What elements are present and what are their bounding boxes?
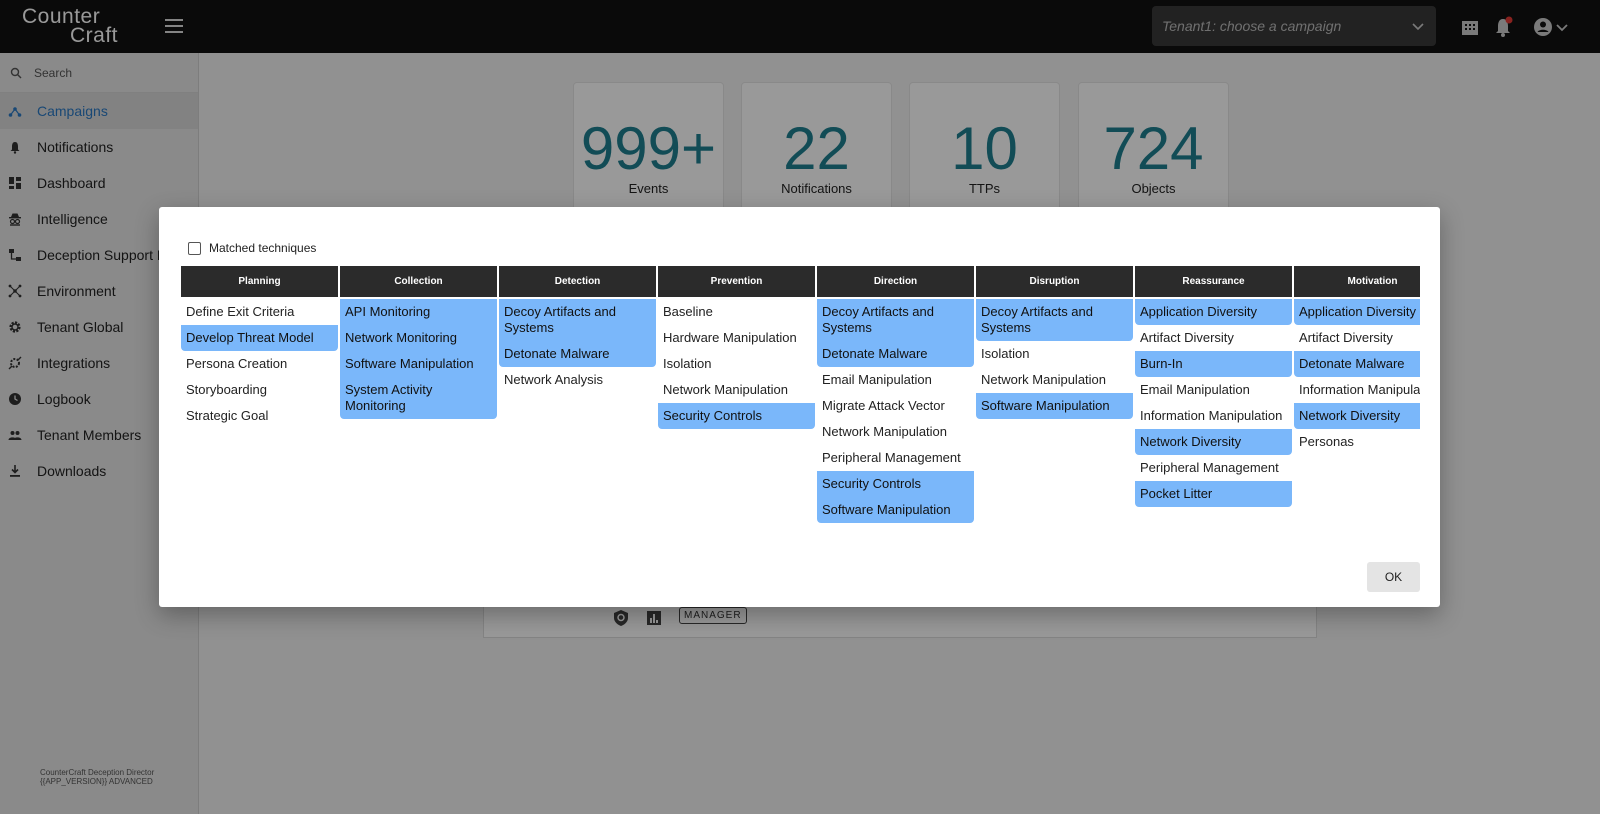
tactic-header: Prevention — [658, 266, 815, 297]
technique-list: Define Exit Criteria Develop Threat Model… — [181, 299, 338, 429]
technique-item-matched[interactable]: Develop Threat Model — [181, 325, 338, 351]
matched-techniques-toggle[interactable]: Matched techniques — [188, 241, 316, 255]
tactic-header: Disruption — [976, 266, 1133, 297]
matched-techniques-checkbox[interactable] — [188, 241, 201, 255]
tactic-header: Reassurance — [1135, 266, 1292, 297]
technique-item[interactable]: Isolation — [658, 351, 815, 377]
technique-item-matched[interactable]: System Activity Monitoring — [340, 377, 497, 419]
technique-list: Decoy Artifacts and Systems Detonate Malw… — [817, 299, 974, 523]
technique-item-matched[interactable]: Detonate Malware — [1294, 351, 1420, 377]
technique-item[interactable]: Information Manipulation — [1294, 377, 1420, 403]
technique-item[interactable]: Network Analysis — [499, 367, 656, 393]
technique-item-matched[interactable]: Software Manipulation — [976, 393, 1133, 419]
tactic-column-motivation: Motivation Application Diversity Artifact … — [1294, 266, 1420, 536]
technique-item[interactable]: Isolation — [976, 341, 1133, 367]
technique-item-matched[interactable]: Burn-In — [1135, 351, 1292, 377]
technique-item-matched[interactable]: Application Diversity — [1294, 299, 1420, 325]
technique-item[interactable]: Information Manipulation — [1135, 403, 1292, 429]
tactic-header: Motivation — [1294, 266, 1420, 297]
technique-item-matched[interactable]: Detonate Malware — [499, 341, 656, 367]
technique-item[interactable]: Network Manipulation — [976, 367, 1133, 393]
tactic-header: Planning — [181, 266, 338, 297]
technique-list: Decoy Artifacts and Systems Isolation Netw… — [976, 299, 1133, 419]
technique-item[interactable]: Email Manipulation — [817, 367, 974, 393]
technique-item-matched[interactable]: Security Controls — [817, 471, 974, 497]
tactic-column-disruption: Disruption Decoy Artifacts and Systems Iso… — [976, 266, 1133, 536]
technique-item-matched[interactable]: Network Monitoring — [340, 325, 497, 351]
technique-item-matched[interactable]: Software Manipulation — [340, 351, 497, 377]
technique-item[interactable]: Email Manipulation — [1135, 377, 1292, 403]
technique-list: Baseline Hardware Manipulation Isolation Ne… — [658, 299, 815, 429]
technique-list: API Monitoring Network Monitoring Software… — [340, 299, 497, 419]
techniques-dialog: Matched techniques Planning Define Exit C… — [159, 207, 1440, 607]
technique-item[interactable]: Network Manipulation — [817, 419, 974, 445]
technique-item[interactable]: Artifact Diversity — [1294, 325, 1420, 351]
technique-item-matched[interactable]: Network Diversity — [1135, 429, 1292, 455]
tactic-column-collection: Collection API Monitoring Network Monitori… — [340, 266, 497, 536]
tactic-header: Detection — [499, 266, 656, 297]
technique-item[interactable]: Peripheral Management — [817, 445, 974, 471]
technique-item[interactable]: Network Manipulation — [658, 377, 815, 403]
tactic-column-planning: Planning Define Exit Criteria Develop Thre… — [181, 266, 338, 536]
technique-item[interactable]: Strategic Goal — [181, 403, 338, 429]
technique-item[interactable]: Artifact Diversity — [1135, 325, 1292, 351]
tactic-column-direction: Direction Decoy Artifacts and Systems Deto… — [817, 266, 974, 536]
technique-item-matched[interactable]: Decoy Artifacts and Systems — [499, 299, 656, 341]
technique-item[interactable]: Migrate Attack Vector — [817, 393, 974, 419]
technique-item[interactable]: Define Exit Criteria — [181, 299, 338, 325]
technique-item-matched[interactable]: Application Diversity — [1135, 299, 1292, 325]
technique-item-matched[interactable]: Detonate Malware — [817, 341, 974, 367]
technique-item-matched[interactable]: API Monitoring — [340, 299, 497, 325]
technique-item[interactable]: Storyboarding — [181, 377, 338, 403]
tactic-header: Direction — [817, 266, 974, 297]
technique-list: Decoy Artifacts and Systems Detonate Malw… — [499, 299, 656, 393]
technique-list: Application Diversity Artifact Diversity B… — [1135, 299, 1292, 507]
tactic-column-prevention: Prevention Baseline Hardware Manipulation I… — [658, 266, 815, 536]
technique-list: Application Diversity Artifact Diversity D… — [1294, 299, 1420, 455]
technique-item[interactable]: Hardware Manipulation — [658, 325, 815, 351]
technique-item[interactable]: Persona Creation — [181, 351, 338, 377]
matched-techniques-label: Matched techniques — [209, 241, 317, 255]
technique-item[interactable]: Peripheral Management — [1135, 455, 1292, 481]
tactic-header: Collection — [340, 266, 497, 297]
technique-item[interactable]: Personas — [1294, 429, 1420, 455]
technique-item-matched[interactable]: Software Manipulation — [817, 497, 974, 523]
technique-item-matched[interactable]: Security Controls — [658, 403, 815, 429]
techniques-matrix: Planning Define Exit Criteria Develop Thre… — [181, 266, 1420, 536]
technique-item-matched[interactable]: Pocket Litter — [1135, 481, 1292, 507]
technique-item-matched[interactable]: Network Diversity — [1294, 403, 1420, 429]
tactic-column-reassurance: Reassurance Application Diversity Artifact… — [1135, 266, 1292, 536]
technique-item-matched[interactable]: Decoy Artifacts and Systems — [817, 299, 974, 341]
ok-button[interactable]: OK — [1367, 562, 1420, 592]
technique-item-matched[interactable]: Decoy Artifacts and Systems — [976, 299, 1133, 341]
tactic-column-detection: Detection Decoy Artifacts and Systems Deto… — [499, 266, 656, 536]
technique-item[interactable]: Baseline — [658, 299, 815, 325]
